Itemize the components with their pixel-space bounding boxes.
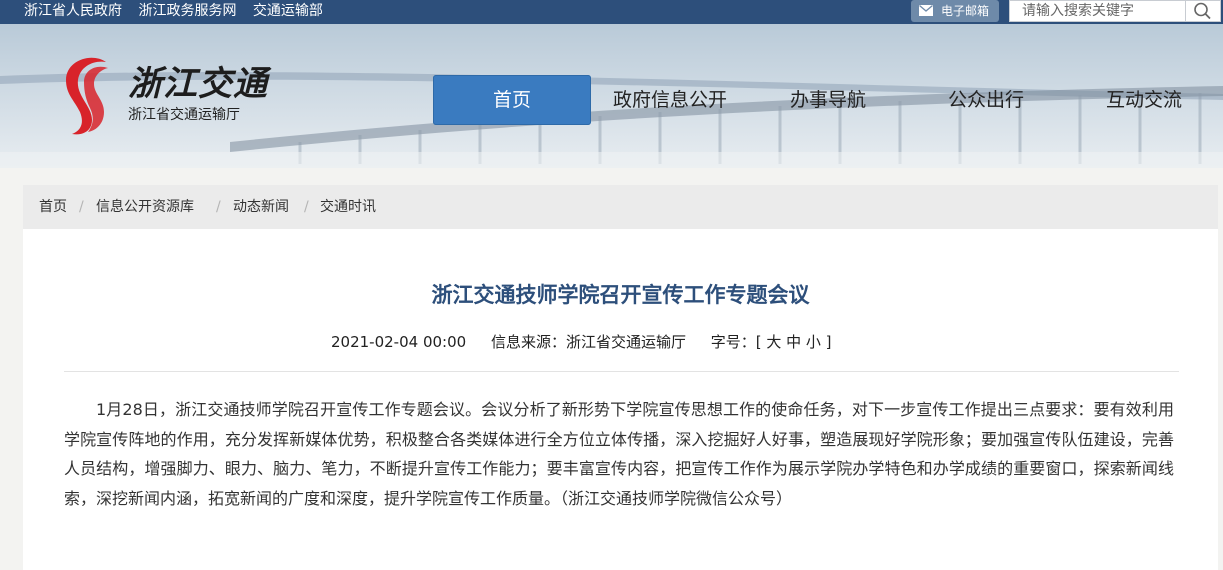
logo-subtitle: 浙江省交通运输厅 [128,107,240,123]
article-source: 信息来源：浙江省交通运输厅 [490,333,686,351]
article-title: 浙江交通技师学院召开宣传工作专题会议 [431,283,810,307]
breadcrumb-news[interactable]: 动态新闻 [233,185,289,229]
font-size-selector[interactable]: 字号：[ 大 中 小 ] [711,333,832,351]
link-zhejiang-services[interactable]: 浙江政务服务网 [138,3,236,19]
logo-emblem-icon [66,57,108,135]
nav-item-public-travel[interactable]: 公众出行 [907,75,1065,125]
mail-icon [919,5,933,16]
content-panel: 首页 / 信息公开资源库 / 动态新闻 / 交通时讯 浙江交通技师学院召开宣传工… [23,185,1218,570]
site-logo[interactable]: 浙江交通 浙江省交通运输厅 [58,52,298,136]
email-label: 电子邮箱 [941,4,990,18]
nav-item-home[interactable]: 首页 [433,75,591,125]
nav-item-government-info[interactable]: 政府信息公开 [591,75,749,125]
breadcrumb: 首页 / 信息公开资源库 / 动态新闻 / 交通时讯 [23,185,1218,229]
top-links: 浙江省人民政府 浙江政务服务网 交通运输部 [24,0,335,24]
breadcrumb-info-library[interactable]: 信息公开资源库 [96,185,194,229]
nav-item-interaction[interactable]: 互动交流 [1065,75,1223,125]
header-banner: 浙江交通 浙江省交通运输厅 首页 政府信息公开 办事导航 公众出行 互动交流 [0,24,1223,168]
article-body: 1月28日，浙江交通技师学院召开宣传工作专题会议。会议分析了新形势下学院宣传思想… [64,400,1174,508]
link-zhejiang-government[interactable]: 浙江省人民政府 [24,3,122,19]
search-box [1009,0,1221,22]
nav-item-service-guide[interactable]: 办事导航 [749,75,907,125]
search-icon [1194,2,1211,20]
logo-script-text: 浙江交通 [128,64,268,104]
breadcrumb-home[interactable]: 首页 [39,185,67,229]
article-meta: 2021-02-04 00:00 信息来源：浙江省交通运输厅 字号：[ 大 中 … [331,331,832,352]
link-ministry-transport[interactable]: 交通运输部 [253,3,323,19]
divider [64,371,1179,372]
search-button[interactable] [1185,1,1220,21]
breadcrumb-traffic-news[interactable]: 交通时讯 [320,185,376,229]
breadcrumb-separator: / [216,199,221,215]
search-input[interactable] [1010,1,1186,21]
article-date: 2021-02-04 00:00 [331,333,467,351]
breadcrumb-separator: / [79,199,84,215]
top-bar: 浙江省人民政府 浙江政务服务网 交通运输部 电子邮箱 [0,0,1223,24]
email-button[interactable]: 电子邮箱 [911,0,999,22]
breadcrumb-separator: / [304,199,309,215]
